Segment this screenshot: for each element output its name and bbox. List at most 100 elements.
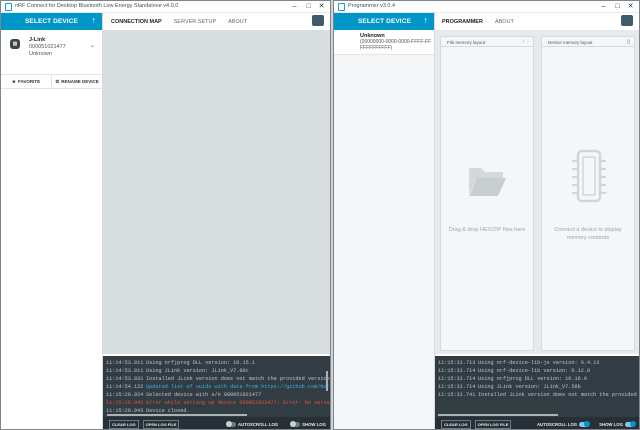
chip-icon xyxy=(572,149,606,203)
clear-log-button[interactable]: CLEAR LOG xyxy=(441,419,471,429)
device-item[interactable]: ▩ J-Link 000051021477 Unknown ⌄ xyxy=(1,30,102,75)
maximize-icon[interactable]: □ xyxy=(611,1,624,13)
card-header: File memory layout 🗁 xyxy=(441,37,533,47)
close-icon[interactable]: ✕ xyxy=(315,1,328,13)
log-timestamp: 11:15:31.714 xyxy=(438,368,476,374)
connection-map-area xyxy=(103,30,330,354)
log-entry: 11:14:53.831 Installed JLink version does… xyxy=(103,375,330,383)
log-message: Installed JLink version does not match t… xyxy=(478,392,639,398)
close-icon[interactable]: ✕ xyxy=(624,1,637,13)
log-panel: 11:14:53.811 Using nrfjprog DLL version: … xyxy=(103,356,330,417)
log-timestamp: 11:14:53.811 xyxy=(106,368,144,374)
device-id: (00000000-0000-0000-FFFF-FFFFFFFFFFFF) xyxy=(360,39,432,51)
device-sidebar: SELECT DEVICE ↑ ▩ J-Link 000051021477 Un… xyxy=(1,13,103,429)
log-message: Using nrf-device-lib-js version: 0.4.13 xyxy=(478,360,600,366)
star-icon: ★ xyxy=(11,78,16,84)
log-entry: 11:15:20.943 Error while setting up devic… xyxy=(103,399,330,407)
log-entry: 11:14:53.811 Using JLink version: JLink_V… xyxy=(103,367,330,375)
gear-icon: ⚙ xyxy=(55,78,60,84)
minimize-icon[interactable]: – xyxy=(288,1,301,13)
rename-device-button[interactable]: ⚙ RENAME DEVICE xyxy=(51,75,102,88)
tab-connection-map[interactable]: CONNECTION MAP xyxy=(111,19,162,25)
device-item[interactable]: Unknown (00000000-0000-0000-FFFF-FFFFFFF… xyxy=(334,30,434,55)
open-log-file-button[interactable]: OPEN LOG FILE xyxy=(474,419,512,429)
device-memory-card: Device memory layout ▯ Connect a device … xyxy=(541,36,635,351)
log-timestamp: 11:15:20.924 xyxy=(106,392,144,398)
log-timestamp: 11:15:20.943 xyxy=(106,400,144,406)
log-timestamp: 11:15:31.714 xyxy=(438,376,476,382)
log-message: Error while setting up device 0000510214… xyxy=(146,400,330,406)
log-timestamp: 11:15:31.741 xyxy=(438,392,476,398)
device-port: Unknown xyxy=(29,51,52,57)
show-log-toggle[interactable]: SHOW LOG xyxy=(290,420,326,427)
title-bar: Programmer v3.0.4 – □ ✕ xyxy=(334,1,639,13)
autoscroll-toggle[interactable]: AUTOSCROLL LOG xyxy=(537,420,591,427)
log-scrollbar[interactable] xyxy=(326,371,328,391)
title-bar: nRF Connect for Desktop Bluetooth Low En… xyxy=(1,1,330,13)
log-timestamp: 11:14:53.831 xyxy=(106,376,144,382)
device-card-hint-1: Connect a device to display xyxy=(554,227,622,233)
log-timestamp: 11:14:53.811 xyxy=(106,360,144,366)
log-toolbar: CLEAR LOG OPEN LOG FILE AUTOSCROLL LOG S… xyxy=(103,417,330,429)
log-message: Using nrfjprog DLL version: 10.15.1 xyxy=(146,360,255,366)
ble-app-window: nRF Connect for Desktop Bluetooth Low En… xyxy=(0,0,331,430)
chip-small-icon: ▯ xyxy=(627,39,630,45)
log-toolbar: CLEAR LOG OPEN LOG FILE AUTOSCROLL LOG S… xyxy=(435,417,639,429)
clear-log-button[interactable]: CLEAR LOG xyxy=(109,419,139,429)
log-message: Selected device with s/n 000051021477 xyxy=(146,392,262,398)
arrow-up-icon: ↑ xyxy=(423,15,429,25)
folder-open-icon xyxy=(469,168,506,196)
folder-icon[interactable]: 🗁 xyxy=(523,39,529,47)
log-entry: 11:14:53.811 Using nrfjprog DLL version: … xyxy=(103,359,330,367)
file-card-hint: Drag & drop HEX/ZIP files here xyxy=(448,227,526,233)
autoscroll-toggle[interactable]: AUTOSCROLL LOG xyxy=(225,420,278,427)
nordic-logo xyxy=(621,15,633,26)
open-log-file-button[interactable]: OPEN LOG FILE xyxy=(142,419,180,429)
log-message: Using JLink version: JLink_V7.58b xyxy=(478,384,581,390)
maximize-icon[interactable]: □ xyxy=(302,1,315,13)
device-card-hint-2: memory contents xyxy=(566,235,610,241)
file-card-title: File memory layout xyxy=(447,40,486,45)
show-log-toggle[interactable]: SHOW LOG xyxy=(599,420,636,427)
main-tabs: CONNECTION MAP SERVER SETUP ABOUT xyxy=(111,13,247,30)
programmer-window: Programmer v3.0.4 – □ ✕ SELECT DEVICE ↑ … xyxy=(333,0,640,430)
tab-about[interactable]: ABOUT xyxy=(228,19,247,25)
log-message: Using nrf-device-lib version: 0.12.8 xyxy=(478,368,591,374)
programmer-main: File memory layout 🗁 Drag & drop HEX/ZIP… xyxy=(435,30,639,354)
app-icon xyxy=(5,3,12,11)
log-entry: 11:15:31.714 Using JLink version: JLink_V… xyxy=(435,383,639,391)
device-name: J-Link xyxy=(29,37,46,43)
log-entry: 11:15:31.713 Using nrf-device-lib-js vers… xyxy=(435,359,639,367)
log-message: Updated list of uuids with data from htt… xyxy=(146,384,330,390)
tab-about[interactable]: ABOUT xyxy=(495,19,514,25)
log-entry: 11:14:54.122 Updated list of uuids with d… xyxy=(103,383,330,391)
main-tabs: PROGRAMMER ABOUT xyxy=(442,13,514,30)
log-entry: 11:15:31.741 Installed JLink version does… xyxy=(435,391,639,399)
select-device-button[interactable]: SELECT DEVICE ↑ xyxy=(334,13,434,30)
log-entry: 11:15:31.714 Using nrfjprog DLL version: … xyxy=(435,375,639,383)
log-hscrollbar[interactable] xyxy=(438,414,558,416)
chip-icon: ▩ xyxy=(10,39,20,49)
device-serial: 000051021477 xyxy=(29,44,66,50)
log-entry: 11:15:20.924 Selected device with s/n 000… xyxy=(103,391,330,399)
favorite-label: FAVORITE xyxy=(17,79,41,84)
log-message: Using nrfjprog DLL version: 10.16.0 xyxy=(478,376,587,382)
arrow-up-icon: ↑ xyxy=(91,15,97,25)
select-device-label: SELECT DEVICE xyxy=(25,18,78,25)
device-card-title: Device memory layout xyxy=(548,40,593,45)
select-device-button[interactable]: SELECT DEVICE ↑ xyxy=(1,13,102,30)
log-hscrollbar[interactable] xyxy=(107,414,247,416)
file-memory-card[interactable]: File memory layout 🗁 Drag & drop HEX/ZIP… xyxy=(440,36,534,351)
tab-server-setup[interactable]: SERVER SETUP xyxy=(174,19,216,25)
window-title: Programmer v3.0.4 xyxy=(348,3,396,9)
rename-device-label: RENAME DEVICE xyxy=(61,79,99,84)
favorite-button[interactable]: ★ FAVORITE xyxy=(1,75,51,88)
log-entry: 11:15:31.714 Using nrf-device-lib version… xyxy=(435,367,639,375)
app-icon xyxy=(338,3,345,11)
log-message: Using JLink version: JLink_V7.80c xyxy=(146,368,249,374)
chevron-down-icon[interactable]: ⌄ xyxy=(90,42,95,49)
log-message: Installed JLink version does not match t… xyxy=(146,376,330,382)
tab-programmer[interactable]: PROGRAMMER xyxy=(442,19,483,25)
nordic-logo xyxy=(312,15,324,26)
minimize-icon[interactable]: – xyxy=(597,1,610,13)
